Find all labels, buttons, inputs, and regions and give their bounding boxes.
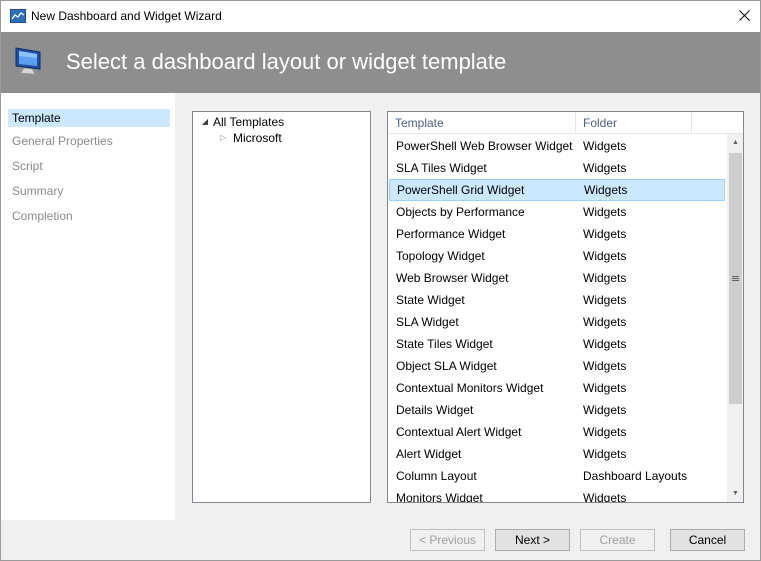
folder-name: Widgets: [584, 183, 628, 197]
close-icon: [738, 9, 750, 24]
nav-step-general-properties[interactable]: General Properties: [8, 132, 170, 150]
folder-name: Widgets: [583, 161, 627, 175]
next-button[interactable]: Next >: [495, 529, 570, 551]
window-title: New Dashboard and Widget Wizard: [31, 9, 222, 23]
nav-step-template[interactable]: Template: [8, 109, 170, 127]
title-bar: New Dashboard and Widget Wizard: [1, 1, 760, 32]
list-row[interactable]: State Widget Widgets: [388, 289, 727, 311]
list-row[interactable]: Object SLA Widget Widgets: [388, 355, 727, 377]
folder-name: Widgets: [583, 139, 627, 153]
list-header: Template Folder: [388, 112, 743, 134]
folder-name: Widgets: [583, 359, 627, 373]
list-row[interactable]: Contextual Alert Widget Widgets: [388, 421, 727, 443]
wizard-window: New Dashboard and Widget Wizard Select a…: [0, 0, 761, 561]
tree-node-label: All Templates: [213, 115, 285, 129]
list-row[interactable]: State Tiles Widget Widgets: [388, 333, 727, 355]
collapsed-arrow-icon[interactable]: ▷: [217, 130, 229, 146]
template-name: PowerShell Web Browser Widget: [396, 139, 573, 153]
folder-name: Widgets: [583, 205, 627, 219]
template-name: Web Browser Widget: [396, 271, 509, 285]
grip-icon: [732, 276, 739, 281]
template-name: Contextual Monitors Widget: [396, 381, 544, 395]
template-name: Performance Widget: [396, 227, 506, 241]
list-row[interactable]: SLA Tiles Widget Widgets: [388, 157, 727, 179]
folder-name: Widgets: [583, 227, 627, 241]
cancel-button[interactable]: Cancel: [670, 529, 745, 551]
wizard-footer: < Previous Next > Create Cancel: [1, 520, 760, 560]
chevron-up-icon: ▲: [732, 139, 739, 146]
monitor-icon: [13, 46, 43, 78]
list-row[interactable]: PowerShell Web Browser Widget Widgets: [388, 135, 727, 157]
folder-name: Widgets: [583, 293, 627, 307]
template-name: Contextual Alert Widget: [396, 425, 522, 439]
nav-step-summary[interactable]: Summary: [8, 182, 170, 200]
nav-step-script[interactable]: Script: [8, 157, 170, 175]
list-row[interactable]: Monitors Widget Widgets: [388, 487, 727, 502]
tree-node-label: Microsoft: [233, 131, 282, 145]
template-name: PowerShell Grid Widget: [397, 183, 525, 197]
tree-node-microsoft[interactable]: ▷ Microsoft: [217, 130, 282, 146]
scroll-down-button[interactable]: ▼: [727, 485, 743, 502]
list-rows: PowerShell Web Browser Widget Widgets SLA…: [388, 135, 727, 502]
template-name: Objects by Performance: [396, 205, 525, 219]
expanded-arrow-icon[interactable]: ◢: [199, 114, 211, 130]
column-header-template[interactable]: Template: [388, 112, 575, 134]
template-name: SLA Tiles Widget: [396, 161, 487, 175]
list-row[interactable]: Contextual Monitors Widget Widgets: [388, 377, 727, 399]
template-name: State Widget: [396, 293, 465, 307]
folder-name: Dashboard Layouts: [583, 469, 688, 483]
folder-name: Widgets: [583, 491, 627, 502]
nav-step-completion[interactable]: Completion: [8, 207, 170, 225]
list-row[interactable]: Objects by Performance Widgets: [388, 201, 727, 223]
vertical-scrollbar[interactable]: ▲ ▼: [727, 134, 743, 502]
template-name: State Tiles Widget: [396, 337, 493, 351]
template-name: Details Widget: [396, 403, 474, 417]
list-row[interactable]: SLA Widget Widgets: [388, 311, 727, 333]
content-area: ◢ All Templates ▷ Microsoft Template Folde…: [175, 93, 760, 520]
list-row[interactable]: Web Browser Widget Widgets: [388, 267, 727, 289]
column-header-folder[interactable]: Folder: [576, 112, 691, 134]
template-name: Topology Widget: [396, 249, 485, 263]
folder-name: Widgets: [583, 249, 627, 263]
list-row[interactable]: Column Layout Dashboard Layouts: [388, 465, 727, 487]
wizard-header: Select a dashboard layout or widget temp…: [1, 32, 760, 93]
tree-node-all-templates[interactable]: ◢ All Templates: [199, 114, 284, 130]
template-name: Alert Widget: [396, 447, 462, 461]
template-list[interactable]: Template Folder PowerShell Web Browser W…: [387, 111, 744, 503]
template-name: Object SLA Widget: [396, 359, 497, 373]
folder-name: Widgets: [583, 447, 627, 461]
scrollbar-thumb[interactable]: [729, 153, 742, 404]
previous-button[interactable]: < Previous: [410, 529, 485, 551]
chevron-down-icon: ▼: [732, 490, 739, 497]
folder-name: Widgets: [583, 337, 627, 351]
page-title: Select a dashboard layout or widget temp…: [66, 49, 507, 74]
list-row[interactable]: Details Widget Widgets: [388, 399, 727, 421]
template-tree[interactable]: ◢ All Templates ▷ Microsoft: [192, 111, 371, 503]
dashboard-chart-icon: [10, 9, 26, 23]
wizard-steps-nav: Template General Properties Script Summa…: [1, 93, 175, 520]
folder-name: Widgets: [583, 271, 627, 285]
list-row[interactable]: Alert Widget Widgets: [388, 443, 727, 465]
list-row[interactable]: Topology Widget Widgets: [388, 245, 727, 267]
template-name: Monitors Widget: [396, 491, 483, 502]
list-row-selected[interactable]: PowerShell Grid Widget Widgets: [389, 179, 725, 201]
folder-name: Widgets: [583, 425, 627, 439]
template-name: Column Layout: [396, 469, 477, 483]
folder-name: Widgets: [583, 403, 627, 417]
close-button[interactable]: [728, 1, 760, 32]
column-divider[interactable]: [691, 112, 692, 134]
create-button[interactable]: Create: [580, 529, 655, 551]
scroll-up-button[interactable]: ▲: [727, 134, 743, 151]
folder-name: Widgets: [583, 315, 627, 329]
list-row[interactable]: Performance Widget Widgets: [388, 223, 727, 245]
folder-name: Widgets: [583, 381, 627, 395]
template-name: SLA Widget: [396, 315, 459, 329]
